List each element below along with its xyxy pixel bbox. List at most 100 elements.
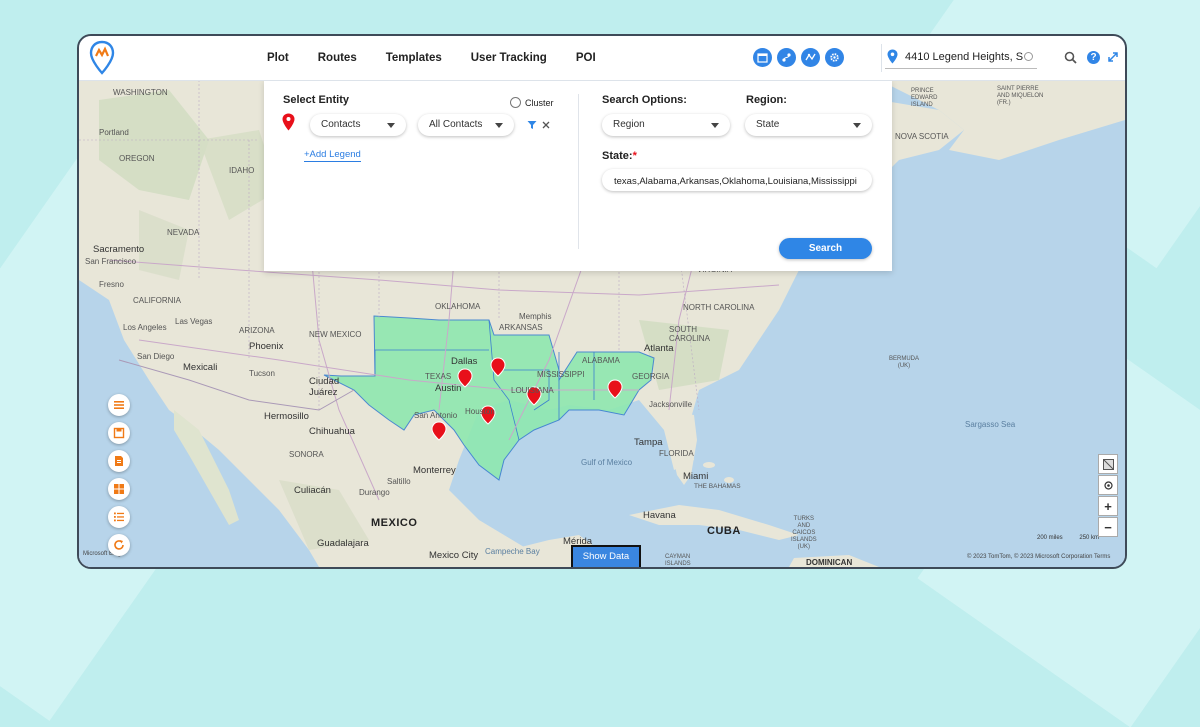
region-label: Region: bbox=[746, 94, 787, 106]
menu-poi[interactable]: POI bbox=[576, 52, 596, 64]
refresh-icon bbox=[114, 540, 124, 550]
layout-button[interactable] bbox=[108, 478, 130, 500]
zoom-in-button[interactable]: + bbox=[1098, 496, 1118, 516]
contacts-filter-select[interactable]: All Contacts bbox=[418, 114, 514, 136]
map-label: Phoenix bbox=[249, 341, 284, 352]
map-label: Sacramento bbox=[93, 244, 145, 255]
list-button[interactable] bbox=[108, 394, 130, 416]
top-navbar: Plot Routes Templates User Tracking POI bbox=[79, 36, 1125, 81]
map-label: SONORA bbox=[289, 450, 324, 459]
chevron-down-icon bbox=[711, 123, 719, 128]
scale-miles: 200 miles bbox=[1037, 535, 1063, 541]
map-label: NEW MEXICO bbox=[309, 330, 362, 339]
map-label: THE BAHAMAS bbox=[694, 483, 741, 490]
search-options-label: Search Options: bbox=[602, 94, 687, 106]
map-label: Sargasso Sea bbox=[965, 420, 1016, 429]
save-icon bbox=[113, 427, 125, 439]
map-label: GEORGIA bbox=[632, 372, 670, 381]
address-input[interactable] bbox=[903, 47, 1025, 67]
entity-select[interactable]: Contacts bbox=[310, 114, 406, 136]
map-label: Jacksonville bbox=[649, 400, 693, 409]
expand-icon[interactable] bbox=[1107, 51, 1119, 63]
state-label: State:* bbox=[602, 150, 637, 162]
main-menu: Plot Routes Templates User Tracking POI bbox=[267, 36, 625, 80]
map-label: San Diego bbox=[137, 352, 175, 361]
copyright: © 2023 TomTom, © 2023 Microsoft Corporat… bbox=[967, 554, 1111, 560]
map-label: Saltillo bbox=[387, 477, 411, 486]
region-select[interactable]: State bbox=[745, 114, 872, 136]
map-label: Hermosillo bbox=[264, 411, 309, 422]
map-label: Houston bbox=[465, 407, 495, 416]
map-label: Ciudad Juárez bbox=[309, 376, 340, 398]
map-label: NORTH CAROLINA bbox=[683, 303, 755, 312]
add-legend-link[interactable]: +Add Legend bbox=[304, 149, 361, 162]
map-label: Memphis bbox=[519, 312, 552, 321]
territory-icon bbox=[805, 53, 816, 61]
menu-user-tracking[interactable]: User Tracking bbox=[471, 52, 547, 64]
search-icon[interactable] bbox=[1064, 51, 1077, 64]
map-label: MEXICO bbox=[371, 517, 418, 529]
locate-button[interactable] bbox=[1098, 475, 1118, 495]
map-label: WASHINGTON bbox=[113, 88, 168, 97]
location-pin-icon bbox=[887, 49, 898, 64]
numbered-list-button[interactable] bbox=[108, 506, 130, 528]
address-divider bbox=[881, 44, 882, 72]
map-label: CALIFORNIA bbox=[133, 296, 182, 305]
menu-routes[interactable]: Routes bbox=[318, 52, 357, 64]
zoom-out-button[interactable]: − bbox=[1098, 517, 1118, 537]
clear-address-icon[interactable] bbox=[1024, 52, 1033, 61]
map-label: SAINT PIERRE AND MIQUELON (FR.) bbox=[997, 86, 1044, 106]
map-label: TURKS AND CAICOS ISLANDS (UK) bbox=[791, 516, 817, 550]
map-label: Durango bbox=[359, 488, 390, 497]
menu-plot[interactable]: Plot bbox=[267, 52, 289, 64]
map-label: SOUTH CAROLINA bbox=[669, 325, 710, 343]
required-asterisk: * bbox=[632, 150, 637, 162]
calendar-button[interactable] bbox=[753, 48, 772, 67]
toolbar-icons bbox=[753, 48, 849, 67]
territory-button[interactable] bbox=[801, 48, 820, 67]
help-icon[interactable]: ? bbox=[1087, 51, 1100, 64]
map-label: Fresno bbox=[99, 280, 124, 289]
map-label: NEVADA bbox=[167, 228, 200, 237]
calendar-icon bbox=[757, 53, 768, 63]
contacts-filter-value: All Contacts bbox=[429, 119, 483, 130]
map-label: San Francisco bbox=[85, 257, 137, 266]
state-input[interactable] bbox=[612, 172, 868, 190]
scale-km: 250 km bbox=[1079, 535, 1100, 541]
map-label: Portland bbox=[99, 128, 129, 137]
route-button[interactable] bbox=[777, 48, 796, 67]
map-scale: 200 miles 250 km bbox=[1037, 535, 1099, 541]
numbered-list-icon bbox=[114, 512, 124, 522]
map-label: Campeche Bay bbox=[485, 547, 540, 556]
filter-icon[interactable] bbox=[527, 120, 537, 130]
search-options-select[interactable]: Region bbox=[602, 114, 730, 136]
map-label: PRINCE EDWARD ISLAND bbox=[911, 88, 938, 108]
marker-pin-icon[interactable] bbox=[282, 113, 295, 131]
map-label: Chihuahua bbox=[309, 426, 355, 437]
region-select-value: State bbox=[756, 119, 780, 130]
map-label: Los Angeles bbox=[123, 323, 167, 332]
document-button[interactable] bbox=[108, 450, 130, 472]
refresh-button[interactable] bbox=[108, 534, 130, 556]
map-label: NOVA SCOTIA bbox=[895, 132, 949, 141]
layout-icon bbox=[114, 484, 124, 494]
map-label: Guadalajara bbox=[317, 538, 369, 549]
map-label: Miami bbox=[683, 471, 709, 482]
map-label: Havana bbox=[643, 510, 676, 521]
show-data-button[interactable]: Show Data bbox=[571, 545, 641, 567]
save-button[interactable] bbox=[108, 422, 130, 444]
state-label-text: State: bbox=[602, 150, 633, 162]
cluster-label: Cluster bbox=[525, 98, 554, 108]
close-icon[interactable] bbox=[542, 121, 550, 129]
chevron-down-icon bbox=[495, 123, 503, 128]
map-style-button[interactable] bbox=[1098, 454, 1118, 474]
cluster-radio[interactable] bbox=[510, 97, 521, 108]
map-label: Mexicali bbox=[183, 362, 218, 373]
menu-templates[interactable]: Templates bbox=[386, 52, 442, 64]
search-button[interactable]: Search bbox=[779, 238, 872, 259]
map-label: Dallas bbox=[451, 356, 478, 367]
map-label: Culiacán bbox=[294, 485, 331, 496]
map-label: Austin bbox=[435, 383, 462, 394]
map-label: ARIZONA bbox=[239, 326, 275, 335]
settings-button[interactable] bbox=[825, 48, 844, 67]
